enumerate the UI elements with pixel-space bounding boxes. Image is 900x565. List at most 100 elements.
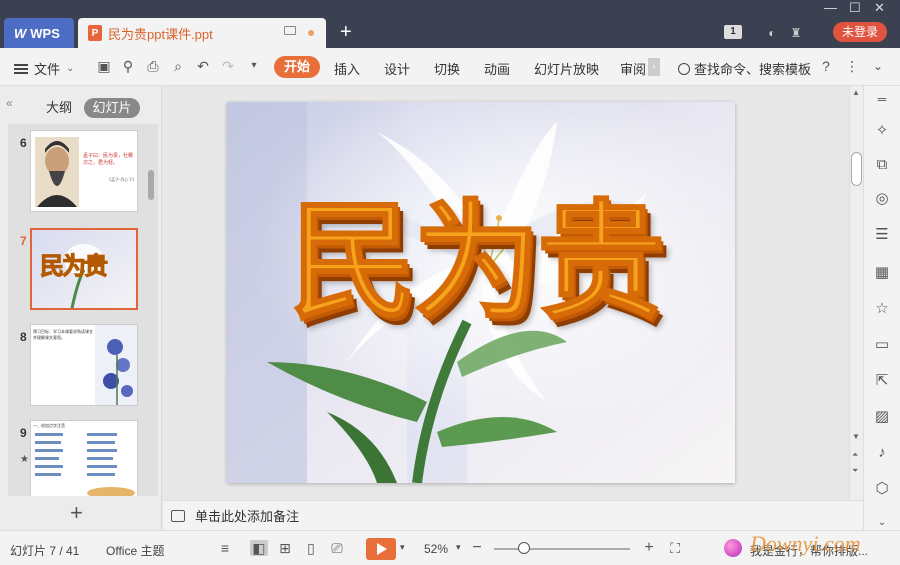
tab-insert[interactable]: 插入 [334, 59, 360, 78]
slide-number: 8 [20, 330, 27, 344]
more-options-icon[interactable]: ⋮ [844, 58, 860, 74]
tab-scroll-right-icon[interactable]: › [648, 58, 660, 76]
notes-toggle-icon[interactable]: ≡ [216, 540, 234, 556]
play-slideshow-button[interactable] [366, 538, 396, 560]
hamburger-icon [14, 63, 28, 74]
workspace-scrollbar[interactable]: ▲ ▼ ⏶ ⏷ [849, 86, 863, 500]
menu-bar: 文件 ⌄ ▣ ⚲ ⎙ ⌕ ↶ ↷ ▾ 开始 插入 设计 切换 动画 幻灯片放映 … [0, 48, 900, 86]
fit-window-icon[interactable]: ⛶ [666, 540, 684, 556]
print-preview-icon[interactable]: ⌕ [170, 58, 186, 74]
picture-icon[interactable]: ▨ [873, 408, 891, 426]
redo-icon[interactable]: ↷ [220, 58, 236, 74]
slide-number: 6 [20, 136, 27, 150]
slide-counter: 幻灯片 7 / 41 [10, 544, 80, 558]
favorite-star-icon[interactable]: ☆ [873, 300, 891, 318]
slide-number: 9 [20, 426, 27, 440]
slide-title[interactable]: 民为贵 [288, 182, 666, 342]
slide-thumbnail-7[interactable]: 民为贵 [30, 228, 138, 310]
presenter-view-icon[interactable]: ⎚ [328, 540, 346, 556]
slide-workspace: 民为贵 [163, 86, 849, 500]
blue-flower-thumbnail-graphic [95, 325, 137, 405]
shape-icon[interactable]: ◎ [873, 190, 891, 208]
skin-shirt-icon[interactable]: ♜ [788, 26, 804, 40]
title-bar: W WPS P 民为贵ppt课件.ppt + — ☐ ✕ 1 ◐ ♜ 未登录 [0, 0, 900, 48]
current-slide[interactable]: 民为贵 [227, 102, 735, 483]
quick-access-dropdown-icon[interactable]: ▾ [246, 58, 262, 74]
collapse-panel-icon[interactable]: « [6, 96, 13, 110]
zoom-level[interactable]: 52% [424, 542, 448, 556]
next-slide-icon[interactable]: ⏷ [852, 466, 858, 476]
unsaved-dot-icon [308, 30, 314, 36]
watermark-logo: Downyi.com [750, 531, 861, 556]
animation-icon[interactable]: ✧ [873, 122, 891, 140]
security-shield-icon[interactable]: ⬡ [873, 480, 891, 498]
tab-start[interactable]: 开始 [274, 56, 320, 78]
slide-thumbnail-9[interactable]: 一、给加点字注音 [30, 420, 138, 496]
properties-sliders-icon[interactable]: ☰ [873, 226, 891, 244]
archive-box-icon[interactable]: ▭ [873, 336, 891, 354]
animation-star-icon: ★ [20, 454, 29, 465]
normal-view-icon[interactable]: ◧ [250, 540, 268, 556]
scroll-down-icon[interactable]: ▼ [852, 432, 860, 441]
slide-thumbnail-list[interactable]: 6 孟子曰：民为贵，社稷次之，君为轻。 《孟子·尽心下》 7 民为贵 8 预习目… [8, 124, 158, 496]
image-gallery-icon[interactable]: ▦ [873, 264, 891, 282]
tab-outline[interactable]: 大纲 [46, 98, 72, 118]
collapse-ribbon-icon[interactable]: ⌄ [870, 58, 886, 74]
close-icon[interactable]: ✕ [874, 0, 885, 16]
cloud-sync-icon[interactable]: ◐ [764, 26, 780, 40]
login-button[interactable]: 未登录 [833, 22, 887, 42]
new-tab-plus-icon[interactable]: + [340, 20, 352, 44]
tab-document[interactable]: P 民为贵ppt课件.ppt [78, 18, 326, 48]
maximize-icon[interactable]: ☐ [849, 0, 861, 16]
reading-view-icon[interactable]: ▯ [302, 540, 320, 556]
save-icon[interactable]: ▣ [96, 58, 112, 74]
zoom-dropdown-icon[interactable]: ▾ [456, 542, 461, 553]
slide-sorter-icon[interactable]: ⊞ [276, 540, 294, 556]
zoom-slider[interactable] [494, 548, 630, 550]
slide-switch-icon[interactable]: ⧉ [873, 156, 891, 174]
tab-design[interactable]: 设计 [384, 59, 410, 78]
slide-thumbnail-6[interactable]: 孟子曰：民为贵，社稷次之，君为轻。 《孟子·尽心下》 [30, 130, 138, 212]
prev-slide-icon[interactable]: ⏶ [852, 450, 858, 460]
help-icon[interactable]: ? [818, 58, 834, 74]
tab-slides[interactable]: 幻灯片 [84, 98, 140, 118]
chevron-down-icon: ⌄ [66, 63, 75, 74]
notes-placeholder: 单击此处添加备注 [195, 509, 300, 524]
tab-slideshow[interactable]: 幻灯片放映 [534, 59, 599, 78]
zoom-in-icon[interactable]: + [640, 540, 658, 556]
slide-panel: « 大纲 幻灯片 6 孟子曰：民为贵，社稷次之，君为轻。 《孟子·尽心下》 7 [0, 86, 162, 530]
share-export-icon[interactable]: ⇱ [873, 372, 891, 390]
exercise-thumbnail-graphic [35, 433, 135, 496]
sidebar-grip-icon[interactable]: ═ [873, 90, 891, 108]
tab-wps-home[interactable]: W WPS [4, 18, 74, 48]
scroll-up-icon[interactable]: ▲ [852, 88, 860, 97]
tab-review[interactable]: 审阅 [620, 59, 646, 78]
undo-icon[interactable]: ↶ [195, 58, 211, 74]
search-icon [678, 62, 690, 75]
slide-7-title: 民为贵 [40, 253, 109, 281]
thumbnail-scrollbar[interactable] [148, 170, 154, 200]
theme-name[interactable]: Office 主题 [106, 542, 164, 559]
format-painter-icon[interactable]: ⚲ [120, 58, 136, 74]
zoom-slider-handle[interactable] [517, 542, 530, 554]
print-icon[interactable]: ⎙ [145, 58, 161, 74]
scrollbar-thumb[interactable] [851, 152, 862, 186]
tab-wps-label: WPS [30, 25, 60, 41]
tab-animation[interactable]: 动画 [484, 59, 510, 78]
chevron-down-icon[interactable]: ▾ [400, 542, 405, 553]
audio-speaker-icon[interactable]: ♪ [873, 444, 891, 462]
assistant-avatar[interactable] [724, 539, 742, 557]
file-menu-label: 文件 [34, 62, 61, 77]
monitor-icon[interactable] [284, 26, 296, 35]
search-command[interactable]: 查找命令、搜索模板 [678, 59, 811, 78]
search-command-label: 查找命令、搜索模板 [694, 62, 812, 77]
notes-area[interactable]: 单击此处添加备注 [163, 500, 863, 530]
tab-document-name: 民为贵ppt课件.ppt [108, 26, 213, 42]
zoom-out-icon[interactable]: − [468, 540, 486, 556]
window-count-badge[interactable]: 1 [724, 25, 742, 39]
slide-thumbnail-8[interactable]: 预习目标：学习本课要求熟读课文并理解课文意思。 [30, 324, 138, 406]
tab-transition[interactable]: 切换 [434, 59, 460, 78]
minimize-icon[interactable]: — [824, 0, 837, 15]
file-menu[interactable]: 文件 ⌄ [14, 59, 74, 78]
add-slide-plus-icon[interactable]: + [70, 500, 83, 526]
